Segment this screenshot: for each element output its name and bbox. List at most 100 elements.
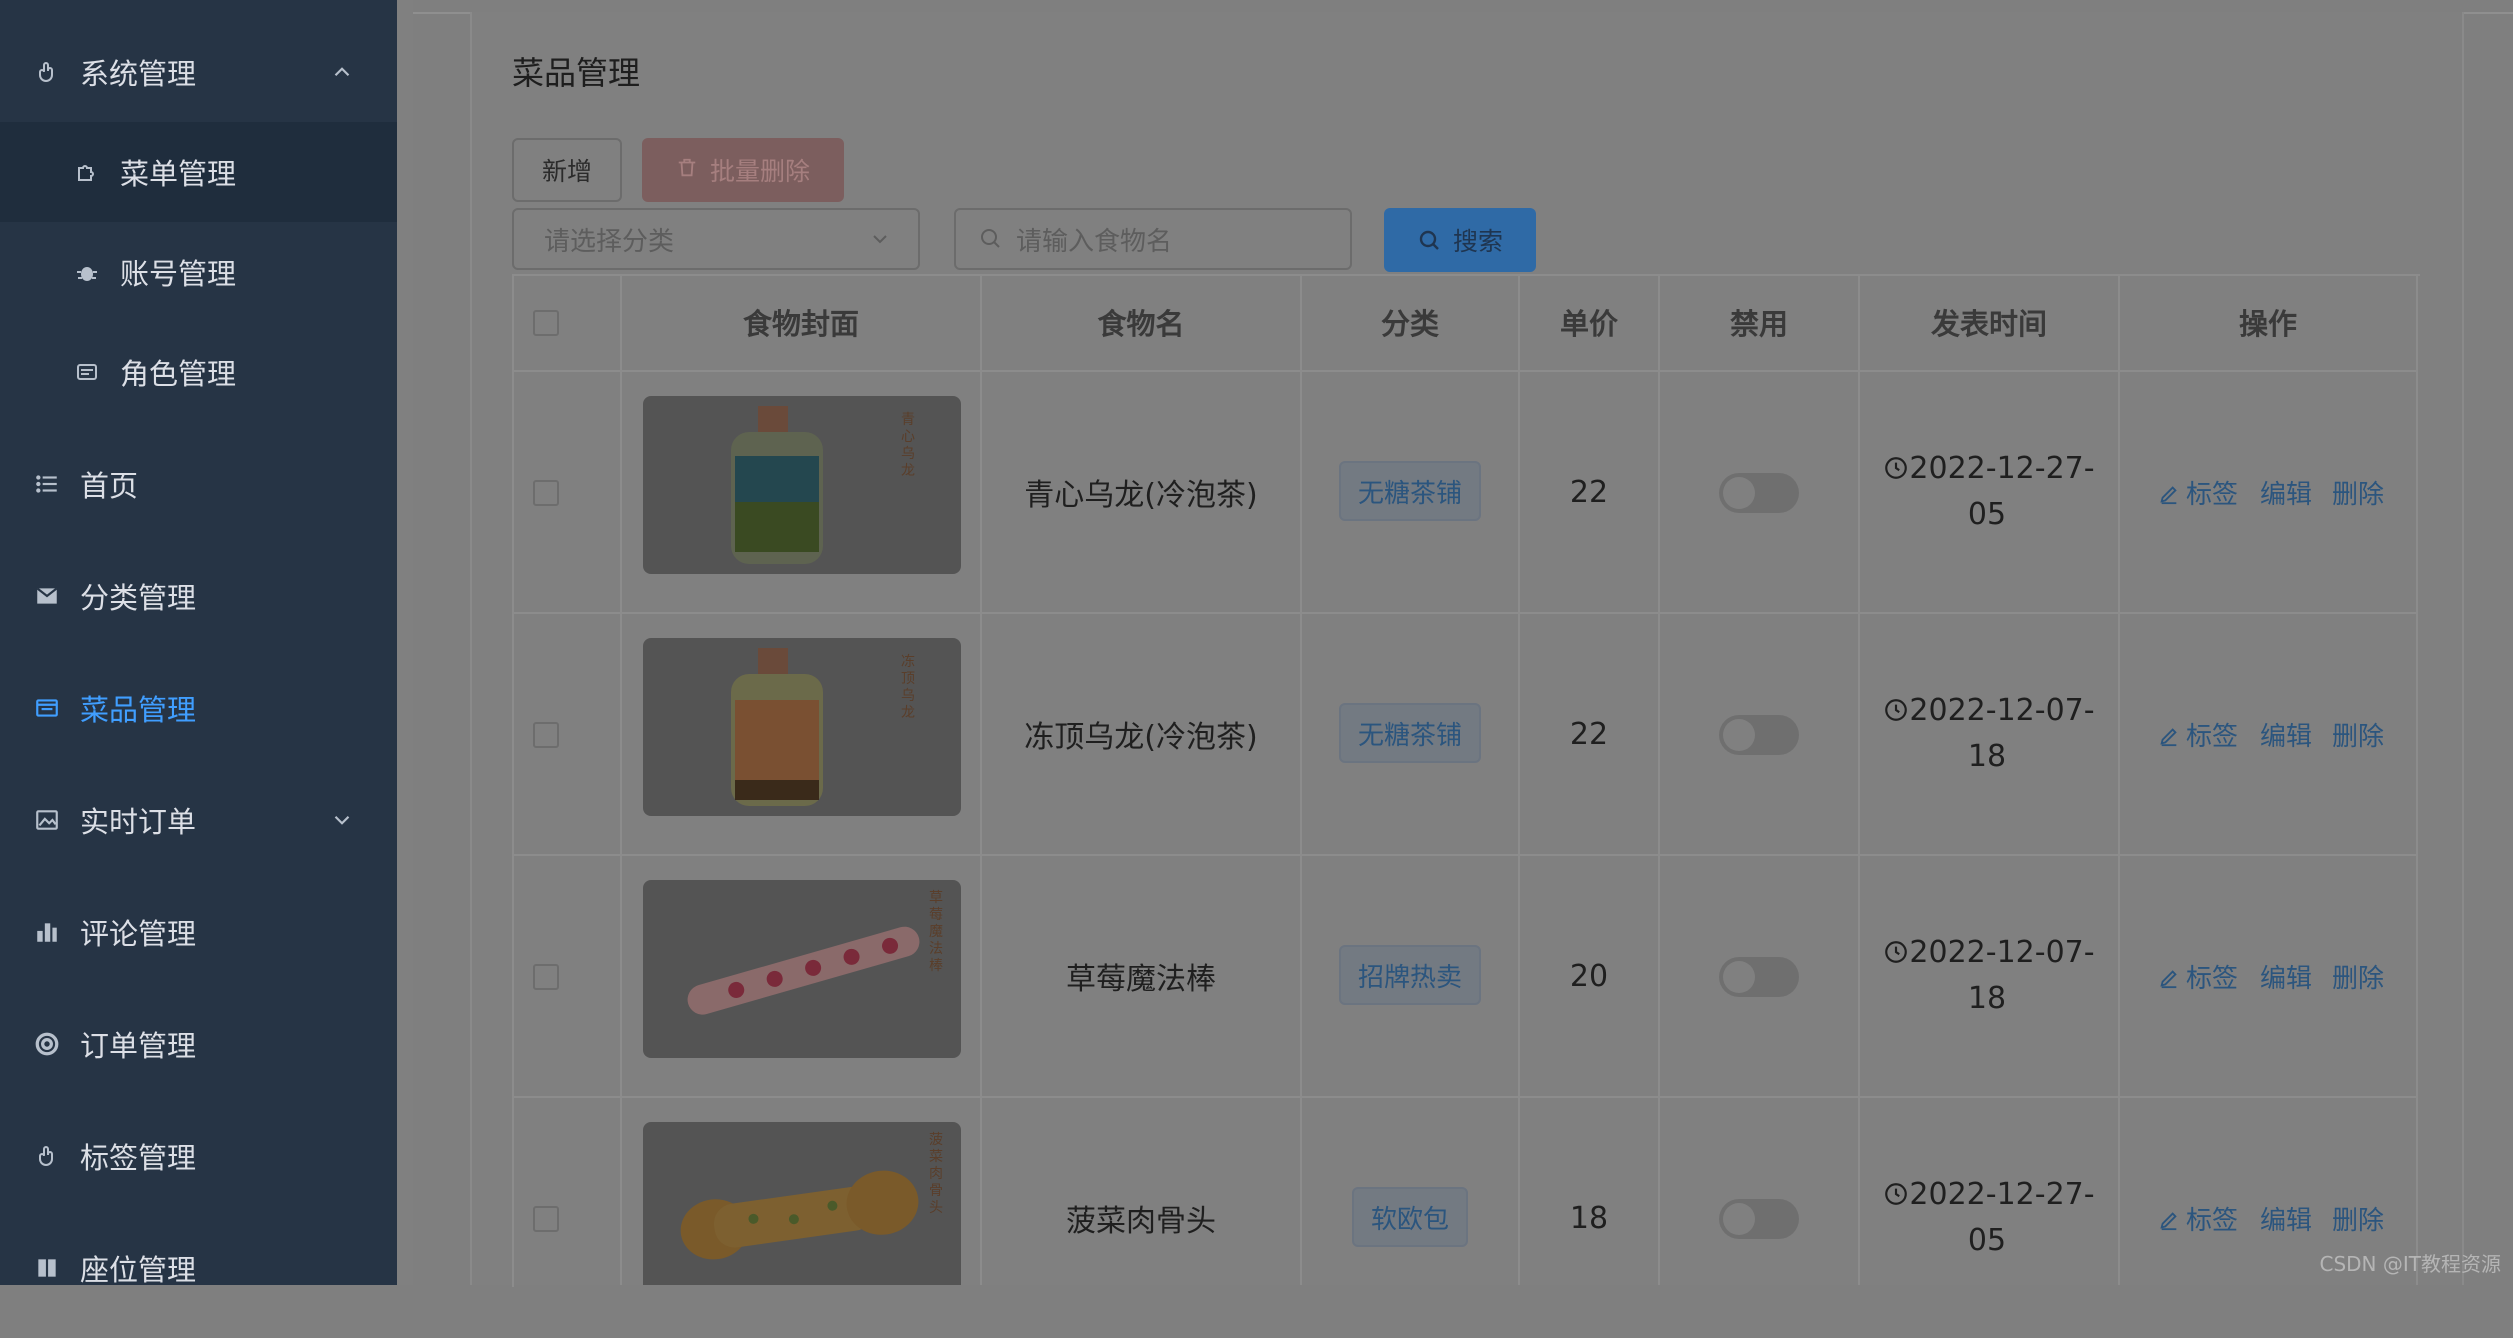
food-name: 草莓魔法棒 (1066, 962, 1216, 997)
sidebar-item-role[interactable]: 角色管理 (0, 322, 397, 422)
image-icon (32, 805, 62, 835)
row-checkbox[interactable] (533, 480, 559, 506)
sidebar-item-label: 角色管理 (120, 357, 237, 391)
price: 22 (1569, 474, 1609, 510)
list-icon (32, 469, 62, 499)
category-tag: 无糖茶铺 (1339, 461, 1481, 521)
search-button-label: 搜索 (1452, 227, 1503, 256)
cover-label: 草莓魔法棒 (929, 890, 943, 974)
sidebar-item-label: 菜品管理 (80, 693, 197, 727)
sidebar-item-account[interactable]: 账号管理 (0, 222, 397, 322)
book-icon (32, 1253, 62, 1283)
edit-action[interactable]: 编辑 (2260, 474, 2312, 511)
sidebar-item-system[interactable]: 系统管理 (0, 22, 397, 122)
sidebar-item-label: 实时订单 (80, 805, 197, 839)
sidebar-edge (397, 0, 413, 1285)
sidebar-item-home[interactable]: 首页 (0, 434, 397, 534)
tag-action[interactable]: 标签 (2158, 1200, 2238, 1237)
edit-action[interactable]: 编辑 (2260, 1200, 2312, 1237)
table-divider (512, 612, 2418, 614)
chevron-down-icon (868, 227, 892, 251)
batch-delete-button[interactable]: 批量删除 (642, 138, 844, 202)
sidebar-item-seats[interactable]: 座位管理 (0, 1218, 397, 1318)
sidebar-item-orders[interactable]: 订单管理 (0, 994, 397, 1094)
tag-action-label: 标签 (2186, 964, 2239, 994)
table-divider (1858, 274, 1860, 1285)
cover-label: 冻顶乌龙 (901, 654, 915, 721)
disable-switch[interactable] (1719, 957, 1799, 997)
publish-time-line: 2022-12-07- (1909, 693, 2095, 728)
watermark: CSDN @IT教程资源 (2319, 1252, 2502, 1276)
sidebar-item-label: 订单管理 (80, 1029, 197, 1063)
category-select-placeholder: 请选择分类 (544, 226, 675, 257)
sidebar-item-label: 标签管理 (80, 1141, 197, 1175)
row-checkbox[interactable] (533, 964, 559, 990)
header-category: 分类 (1380, 307, 1439, 341)
pen-icon (2158, 966, 2180, 988)
tag-action-label: 标签 (2186, 722, 2239, 752)
delete-action[interactable]: 删除 (2332, 716, 2384, 753)
tag-action[interactable]: 标签 (2158, 958, 2238, 995)
add-button[interactable]: 新增 (512, 138, 622, 202)
category-tag: 招牌热卖 (1339, 945, 1481, 1005)
publish-time-line: 2022-12-07- (1909, 935, 2095, 970)
food-cover-image: 菠菜肉骨头 (643, 1122, 961, 1285)
hand-pointer-icon (32, 57, 62, 87)
price: 18 (1569, 1200, 1609, 1236)
batch-delete-label: 批量删除 (709, 157, 810, 186)
edit-action[interactable]: 编辑 (2260, 716, 2312, 753)
sidebar-item-comments[interactable]: 评论管理 (0, 882, 397, 982)
sidebar-item-tags[interactable]: 标签管理 (0, 1106, 397, 1206)
category-select[interactable]: 请选择分类 (512, 208, 920, 270)
chevron-up-icon (329, 58, 355, 84)
header-food-name: 食物名 (1097, 307, 1185, 341)
header-price: 单价 (1559, 307, 1618, 341)
sidebar-item-dishes[interactable]: 菜品管理 (0, 658, 397, 758)
table-divider (2118, 274, 2120, 1285)
lifebuoy-icon (32, 1029, 62, 1059)
sidebar-item-label: 系统管理 (80, 57, 197, 91)
tag-action-label: 标签 (2186, 480, 2239, 510)
search-button[interactable]: 搜索 (1384, 208, 1536, 272)
table-divider (2416, 274, 2418, 1285)
delete-action[interactable]: 删除 (2332, 474, 2384, 511)
cover-label: 菠菜肉骨头 (929, 1132, 943, 1216)
delete-action[interactable]: 删除 (2332, 958, 2384, 995)
disable-switch[interactable] (1719, 715, 1799, 755)
row-checkbox[interactable] (533, 1206, 559, 1232)
food-cover-image: 草莓魔法棒 (643, 880, 961, 1058)
tag-action[interactable]: 标签 (2158, 716, 2238, 753)
edit-action[interactable]: 编辑 (2260, 958, 2312, 995)
header-publish-time: 发表时间 (1930, 307, 2047, 341)
sidebar-item-category[interactable]: 分类管理 (0, 546, 397, 646)
food-name: 冻顶乌龙(冷泡茶) (1024, 720, 1258, 755)
disable-switch[interactable] (1719, 473, 1799, 513)
price: 22 (1569, 716, 1609, 752)
food-name-input[interactable]: 请输入食物名 (954, 208, 1352, 270)
sidebar-item-label: 座位管理 (80, 1253, 197, 1287)
bug-icon (72, 257, 102, 287)
row-checkbox[interactable] (533, 722, 559, 748)
cover-label: 青心乌龙 (901, 412, 915, 479)
tag-action-label: 标签 (2186, 1206, 2239, 1236)
food-name-placeholder: 请输入食物名 (1016, 226, 1173, 257)
sidebar-item-label: 评论管理 (80, 917, 197, 951)
tag-action[interactable]: 标签 (2158, 474, 2238, 511)
publish-time-line: 18 (1967, 981, 2007, 1016)
publish-time-line: 05 (1967, 1223, 2007, 1258)
publish-time-line: 18 (1967, 739, 2007, 774)
pen-icon (2158, 1208, 2180, 1230)
publish-time-line: 05 (1967, 497, 2007, 532)
hand-pointer-icon (32, 1141, 62, 1171)
sidebar-item-label: 菜单管理 (120, 157, 237, 191)
sidebar-item-live-orders[interactable]: 实时订单 (0, 770, 397, 870)
category-tag: 软欧包 (1352, 1187, 1468, 1247)
select-all-checkbox[interactable] (533, 310, 559, 336)
table-divider (512, 370, 2418, 372)
mail-icon (32, 581, 62, 611)
publish-time-line: 2022-12-27- (1909, 451, 2095, 486)
disable-switch[interactable] (1719, 1199, 1799, 1239)
sidebar-item-menu[interactable]: 菜单管理 (0, 122, 397, 222)
table-divider (1658, 274, 1660, 1285)
delete-action[interactable]: 删除 (2332, 1200, 2384, 1237)
